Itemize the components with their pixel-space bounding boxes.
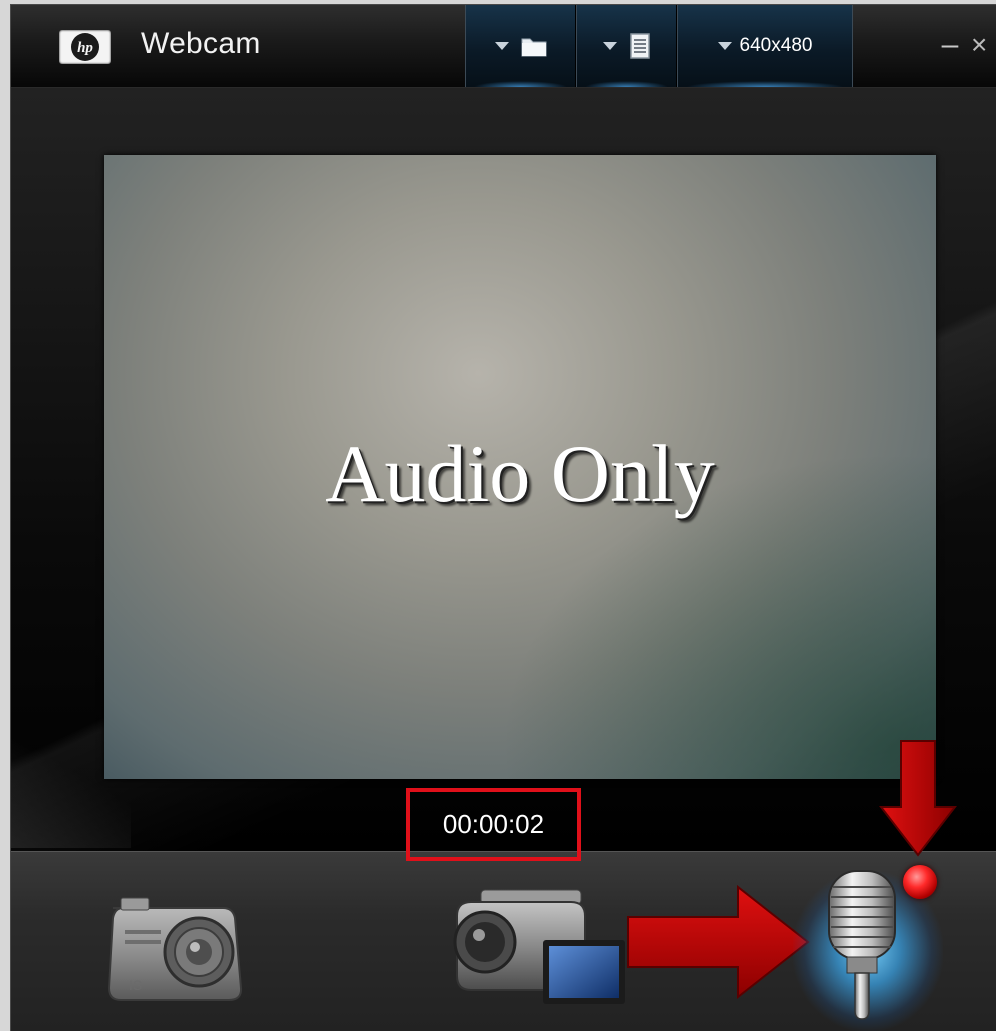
resolution-label: 640x480 — [739, 35, 813, 56]
annotation-arrow-right — [627, 885, 810, 1000]
video-preview: Audio Only — [104, 155, 936, 779]
video-mode-button[interactable] — [451, 880, 629, 1008]
timer-highlight: 00:00:02 — [406, 788, 581, 861]
title-bar: hp Webcam 640x480 – × — [11, 5, 996, 88]
close-button[interactable]: × — [971, 29, 996, 61]
minimize-button[interactable]: – — [939, 30, 961, 61]
recording-timer: 00:00:02 — [442, 809, 545, 839]
app-title: Webcam — [141, 27, 261, 60]
folder-icon — [521, 38, 546, 57]
document-icon — [629, 33, 650, 59]
svg-text:IS: IS — [129, 977, 142, 993]
chevron-down-icon — [717, 42, 732, 50]
folder-menu-button[interactable] — [465, 5, 576, 87]
camcorder-icon — [453, 889, 625, 1004]
resolution-dropdown[interactable]: 640x480 — [677, 5, 853, 87]
svg-text:hp: hp — [77, 40, 93, 56]
document-menu-button[interactable] — [576, 5, 677, 87]
recording-indicator — [903, 865, 937, 899]
chevron-down-icon — [602, 42, 617, 50]
photo-mode-button[interactable]: IS — [99, 890, 249, 1008]
hp-logo-icon: hp — [59, 30, 111, 64]
webcam-window: hp Webcam 640x480 – × Audio Only 00:00:0… — [10, 4, 996, 1031]
chevron-down-icon — [494, 42, 509, 50]
audio-only-label: Audio Only — [325, 428, 715, 519]
camera-icon: IS — [107, 897, 243, 1001]
annotation-arrow-down — [879, 740, 957, 857]
